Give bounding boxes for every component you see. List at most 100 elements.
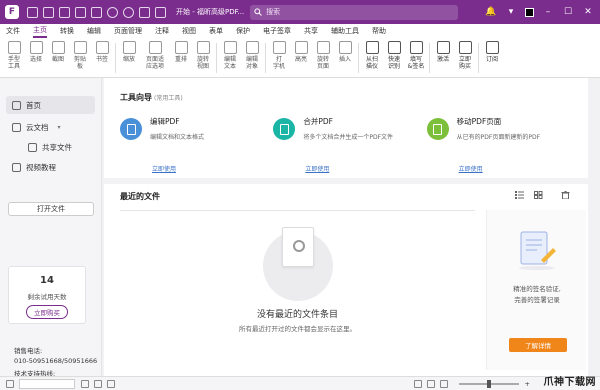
cart-icon	[458, 41, 472, 54]
menu-share[interactable]: 共享	[304, 26, 318, 36]
trash-icon[interactable]	[561, 191, 570, 199]
bell-icon[interactable]: 🔔	[485, 6, 497, 18]
use-now-link[interactable]: 立即使用	[305, 164, 329, 173]
grid-view-icon[interactable]	[534, 191, 543, 199]
edit-object-button[interactable]: 编辑 对象	[241, 38, 263, 70]
menu-accessibility[interactable]: 辅助工具	[331, 26, 359, 36]
rotate-view-icon	[196, 41, 210, 54]
save-icon[interactable]	[75, 6, 86, 18]
menu-page-manage[interactable]: 页面管理	[114, 26, 142, 36]
redo-icon[interactable]	[123, 6, 134, 18]
page-number-input[interactable]	[19, 378, 75, 389]
buy-now-ribbon-button[interactable]: 立即 购买	[454, 38, 476, 70]
single-page-icon[interactable]	[413, 379, 422, 388]
dropdown-icon[interactable]: ▾	[505, 6, 517, 18]
prev-page-icon[interactable]	[94, 379, 102, 388]
edit-text-button[interactable]: 编辑 文本	[219, 38, 241, 70]
fit-page-icon	[148, 41, 162, 54]
list-view-icon[interactable]	[515, 191, 524, 199]
rotate-view-button[interactable]: 旋转 视图	[192, 38, 214, 70]
menu-protect[interactable]: 保护	[236, 26, 250, 36]
use-now-link[interactable]: 立即使用	[152, 164, 176, 173]
sidebar-toggle-icon[interactable]	[6, 379, 14, 388]
maximize-icon[interactable]: ☐	[562, 6, 574, 18]
minimize-icon[interactable]: –	[542, 6, 554, 18]
search-icon	[254, 8, 263, 16]
use-now-link[interactable]: 立即使用	[459, 164, 483, 173]
app-logo-icon: F	[5, 5, 19, 19]
menu-comment[interactable]: 注释	[155, 26, 169, 36]
ribbon-divider	[478, 43, 479, 73]
merge-pdf-icon	[273, 118, 296, 140]
menu-view[interactable]: 视图	[182, 26, 196, 36]
sidebar-item-shared[interactable]: 共享文件	[6, 138, 95, 156]
select-button[interactable]: 选择	[25, 38, 47, 63]
tool-card-merge-pdf[interactable]: 合并PDF 将多个文档合并生成一个PDF文件 立即使用	[273, 114, 426, 173]
color-swatch[interactable]	[525, 7, 534, 17]
first-page-icon[interactable]	[81, 379, 89, 388]
buy-now-button[interactable]: 立即购买	[26, 305, 68, 319]
next-page-icon[interactable]	[107, 379, 115, 388]
typewriter-icon	[272, 41, 286, 54]
menu-file[interactable]: 文件	[6, 26, 20, 36]
menu-icon[interactable]	[27, 6, 38, 18]
empty-illustration	[238, 221, 358, 306]
activate-button[interactable]: 激活	[432, 38, 454, 63]
subscribe-button[interactable]: 订阅	[481, 38, 503, 63]
sidebar: 首页 云文档 ▾ 共享文件 视频教程 打开文件 14 剩余试用天数 立即购买 销…	[0, 78, 102, 378]
hand-tool-button[interactable]: 手型 工具	[3, 38, 25, 70]
scan-button[interactable]: 从扫 描仪	[361, 38, 383, 70]
print-icon[interactable]	[91, 6, 102, 18]
zoom-knob[interactable]	[486, 379, 491, 388]
highlight-button[interactable]: 高亮	[290, 38, 312, 63]
search-box[interactable]	[250, 4, 459, 20]
facing-page-icon[interactable]	[439, 379, 448, 388]
tool-card-move-pages[interactable]: 移动PDF页面 从已有的PDF页面新建新的PDF 立即使用	[426, 114, 580, 173]
bookmark-button[interactable]: 书签	[91, 38, 113, 63]
open-icon[interactable]	[43, 6, 54, 18]
recent-files-area: 没有最近的文件条目 所有最近打开过的文件都会显示在这里。	[120, 210, 475, 370]
learn-more-button[interactable]: 了解详情	[509, 338, 567, 352]
trial-card: 14 剩余试用天数 立即购买	[8, 266, 86, 324]
close-icon[interactable]: ✕	[582, 6, 594, 18]
quick-ocr-button[interactable]: 快速 识别	[383, 38, 405, 70]
sidebar-item-cloud[interactable]: 云文档 ▾	[6, 118, 95, 136]
fill-sign-button[interactable]: 填写 &签名	[405, 38, 427, 70]
ribbon-toolbar: 手型 工具 选择 截图 剪贴 板 书签 缩放 页面适 应选项 重排 旋转 视图 …	[0, 38, 600, 78]
menu-edit[interactable]: 编辑	[87, 26, 101, 36]
select-icon	[29, 41, 43, 54]
menu-home[interactable]: 主页	[33, 25, 47, 38]
menu-help[interactable]: 帮助	[372, 26, 386, 36]
fit-page-button[interactable]: 页面适 应选项	[140, 38, 170, 70]
typewriter-button[interactable]: 打 字机	[268, 38, 290, 70]
sidebar-item-label: 视频教程	[26, 162, 56, 172]
title-bar: F 开始 - 福昕高级PDF... 🔔 ▾ – ☐ ✕	[0, 0, 600, 24]
menu-e-sign[interactable]: 电子签章	[263, 26, 291, 36]
new-icon[interactable]	[59, 6, 70, 18]
move-pages-icon	[426, 118, 449, 140]
search-input[interactable]	[266, 8, 447, 16]
screenshot-button[interactable]: 截图	[47, 38, 69, 63]
menu-form[interactable]: 表单	[209, 26, 223, 36]
tool-card-edit-pdf[interactable]: 编辑PDF 编辑文档和文本格式 立即使用	[120, 114, 273, 173]
customize-icon[interactable]	[155, 6, 166, 18]
clipboard-button[interactable]: 剪贴 板	[69, 38, 91, 70]
sidebar-item-home[interactable]: 首页	[6, 96, 95, 114]
continuous-page-icon[interactable]	[426, 379, 435, 388]
undo-icon[interactable]	[107, 6, 118, 18]
shared-icon	[28, 142, 37, 152]
ribbon-divider	[265, 43, 266, 73]
zoom-button[interactable]: 缩放	[118, 38, 140, 63]
zoom-slider[interactable]	[458, 379, 519, 388]
rotate-page-button[interactable]: 旋转 页面	[312, 38, 334, 70]
hand-tool-icon[interactable]	[139, 6, 150, 18]
open-file-button[interactable]: 打开文件	[8, 202, 94, 216]
sidebar-item-video[interactable]: 视频教程	[6, 158, 95, 176]
insert-button[interactable]: 插入	[334, 38, 356, 63]
promo-text: 精准的签名验证, 完善的签署记录	[487, 284, 587, 306]
zoom-in-button[interactable]: +	[525, 380, 530, 388]
menu-convert[interactable]: 转换	[60, 26, 74, 36]
watermark-logo: 爪神下载网	[543, 377, 596, 388]
reflow-button[interactable]: 重排	[170, 38, 192, 63]
